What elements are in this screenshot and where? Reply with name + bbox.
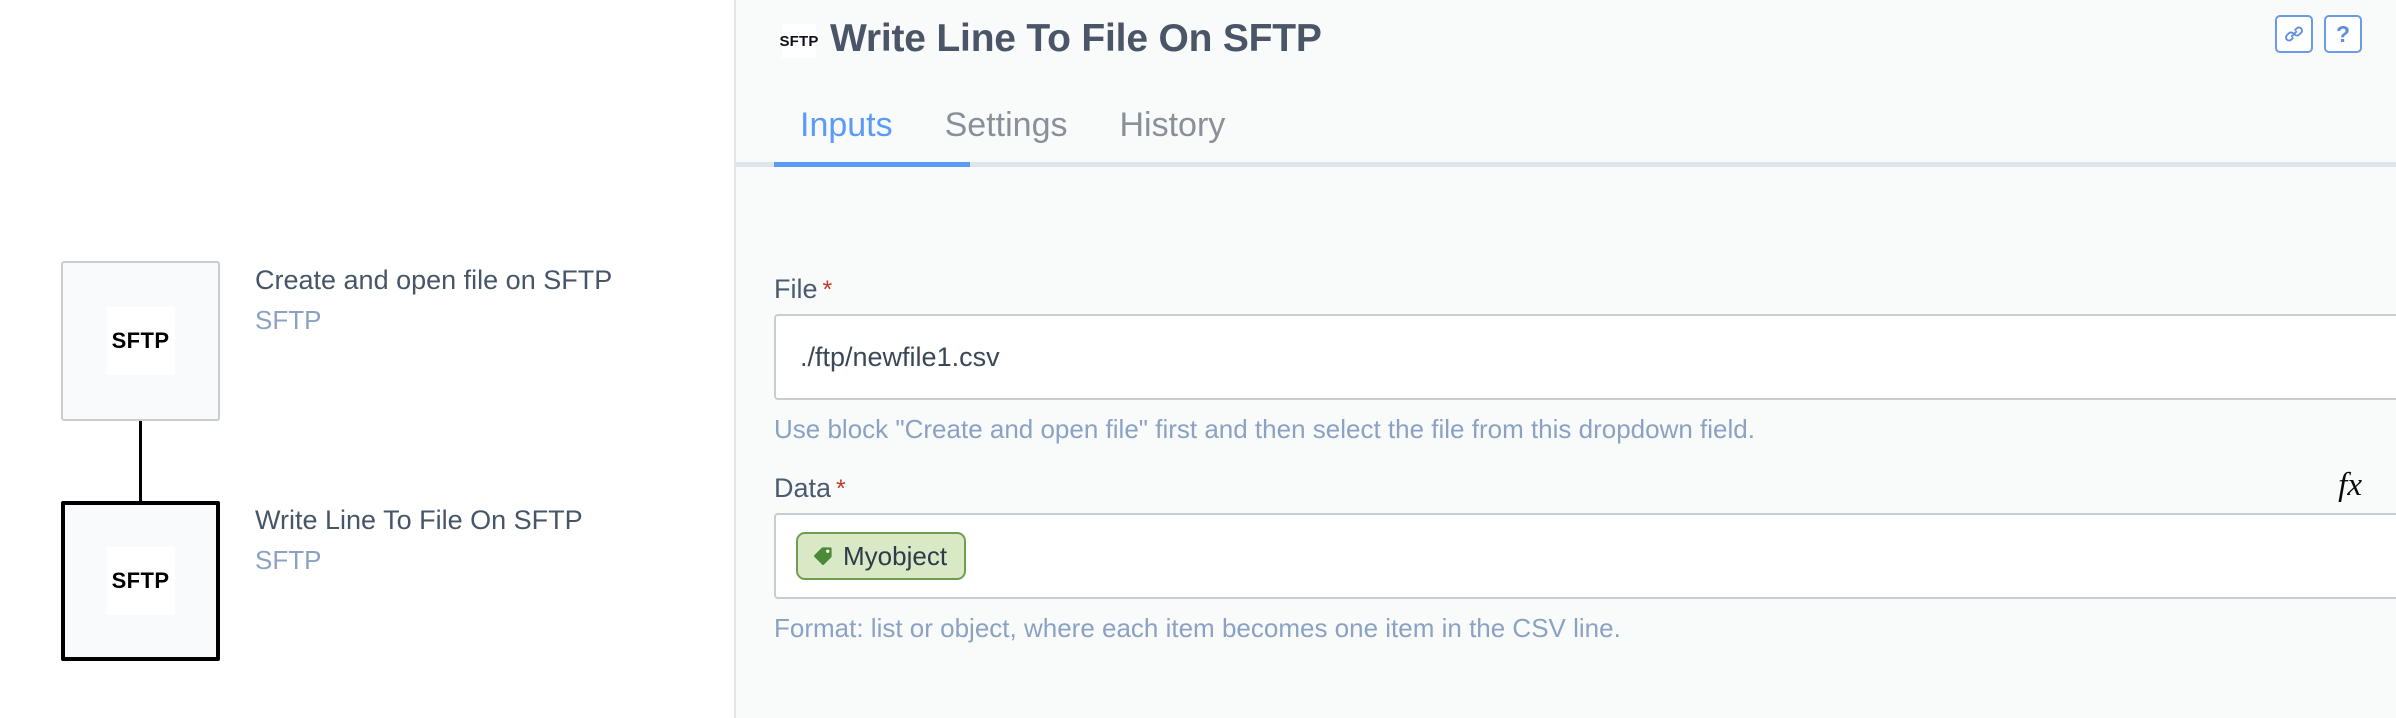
tab-inputs[interactable]: Inputs: [774, 108, 919, 162]
file-input[interactable]: ./ftp/newfile1.csv: [774, 314, 2396, 400]
flow-node-title: Write Line To File On SFTP: [255, 505, 583, 535]
file-helper-text: Use block "Create and open file" first a…: [774, 414, 1755, 444]
tag-icon: [814, 547, 832, 566]
data-input-row: Myobject: [774, 513, 2396, 600]
panel-header: SFTP Write Line To File On SFTP: [736, 0, 2396, 78]
tab-underline-track: [736, 162, 2396, 167]
header-actions: ?: [2275, 15, 2362, 53]
formula-fx-icon[interactable]: fx: [2338, 469, 2362, 502]
field-file: File * ./ftp/newfile1.csv Use block "Crea…: [774, 276, 2396, 445]
field-data: Data * fx Myobject Format: list or objec…: [774, 469, 2396, 644]
block-detail-panel: SFTP Write Line To File On SFTP ? Inputs…: [736, 0, 2396, 718]
link-icon: [2285, 26, 2303, 42]
tab-settings[interactable]: Settings: [919, 108, 1094, 162]
sftp-badge-icon: SFTP: [106, 547, 175, 615]
page-title: Write Line To File On SFTP: [830, 17, 1322, 60]
flow-node-label-2: Write Line To File On SFTP SFTP: [255, 504, 583, 578]
flow-node-label-1: Create and open file on SFTP SFTP: [255, 264, 612, 338]
field-label-text: File: [774, 274, 818, 304]
field-label-text: Data: [774, 473, 832, 504]
field-label-data: Data *: [774, 475, 2396, 502]
question-mark-icon: ?: [2335, 20, 2351, 47]
required-asterisk: *: [836, 475, 846, 504]
data-helper-text: Format: list or object, where each item …: [774, 613, 1621, 644]
flow-node-create-and-open-file[interactable]: SFTP: [61, 261, 220, 421]
tab-active-indicator: [774, 162, 970, 167]
file-input-row: ./ftp/newfile1.csv: [774, 314, 2396, 400]
flow-node-subtitle: SFTP: [255, 304, 322, 335]
required-asterisk: *: [822, 276, 833, 304]
data-value-chip[interactable]: Myobject: [796, 532, 967, 581]
flow-node-title: Create and open file on SFTP: [255, 265, 613, 295]
help-button[interactable]: ?: [2324, 15, 2362, 53]
inputs-form: File * ./ftp/newfile1.csv Use block "Crea…: [736, 276, 2396, 656]
chip-label: Myobject: [843, 541, 948, 572]
field-label-file: File *: [774, 276, 2396, 303]
flow-node-subtitle: SFTP: [255, 544, 322, 575]
node-connector-line: [139, 421, 142, 503]
flow-node-write-line-to-file[interactable]: SFTP: [61, 501, 220, 661]
data-input[interactable]: Myobject: [774, 513, 2396, 600]
copy-link-button[interactable]: [2275, 15, 2313, 53]
workflow-canvas: SFTP Create and open file on SFTP SFTP S…: [0, 0, 736, 718]
sftp-badge-icon: SFTP: [779, 24, 818, 58]
sftp-badge-icon: SFTP: [106, 307, 175, 375]
tab-list: Inputs Settings History: [736, 108, 2396, 162]
tab-bar: Inputs Settings History: [736, 108, 2396, 167]
app-screen: SFTP Create and open file on SFTP SFTP S…: [0, 0, 2396, 718]
tab-history[interactable]: History: [1093, 108, 1251, 162]
